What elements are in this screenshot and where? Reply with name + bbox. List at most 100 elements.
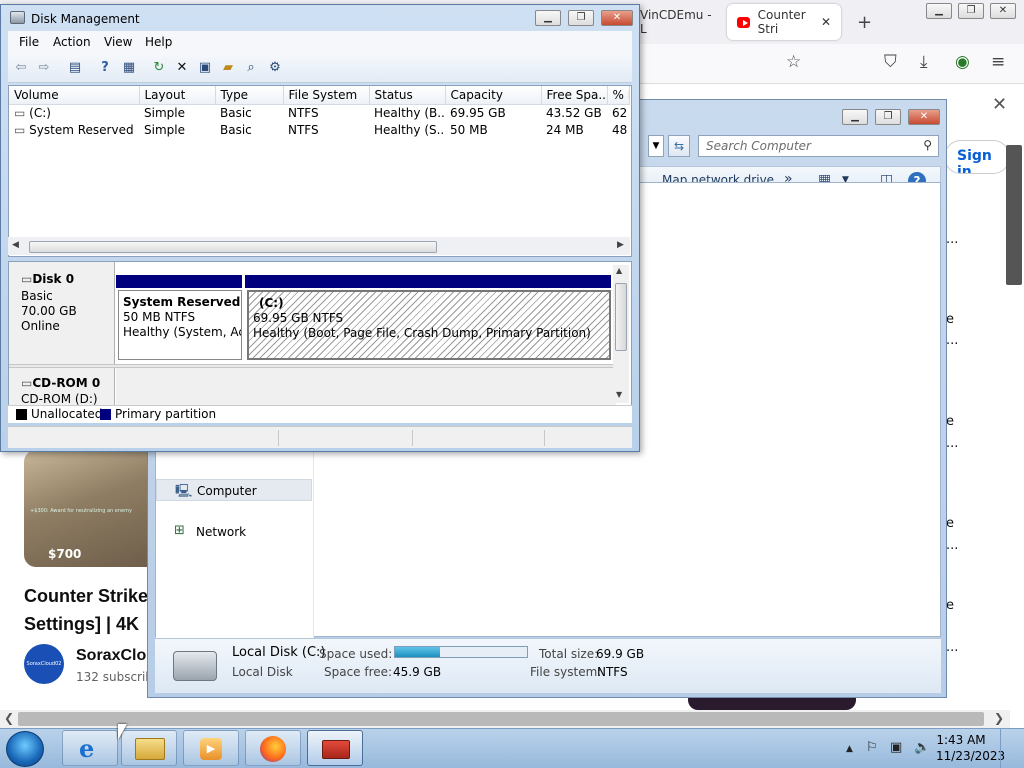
disk-title: ▭Disk 0: [21, 272, 74, 286]
browser-minimize-button[interactable]: ▁: [926, 3, 952, 19]
delete-icon[interactable]: ✕: [173, 59, 191, 77]
show-hide-pane-icon[interactable]: ▦: [120, 59, 138, 77]
list-item: e: [946, 516, 954, 531]
pct-cell: 62: [612, 105, 628, 120]
refresh-icon[interactable]: ⇆: [668, 135, 690, 157]
sign-in-button[interactable]: Sign in: [944, 140, 1010, 174]
space-used-fill: [395, 647, 440, 657]
divider: [544, 430, 545, 446]
column-header-capacity[interactable]: Capacity: [445, 86, 542, 105]
search-input[interactable]: Search Computer ⚲: [698, 135, 939, 157]
close-tab-icon[interactable]: ✕: [821, 15, 831, 29]
explorer-restore-button[interactable]: ❐: [875, 109, 901, 125]
partition-c[interactable]: (C:) 69.95 GB NTFS Healthy (Boot, Page F…: [247, 290, 611, 360]
new-tab-icon[interactable]: +: [857, 12, 872, 33]
help-icon[interactable]: ?: [96, 59, 114, 77]
scrollbar-thumb[interactable]: [615, 283, 627, 351]
legend: Unallocated Primary partition: [8, 405, 632, 423]
show-hidden-icons[interactable]: ▲: [846, 744, 853, 754]
video-title-line: Counter Strike: [24, 586, 149, 606]
back-icon[interactable]: ⇦: [12, 59, 30, 77]
layout-cell: Simple: [144, 105, 185, 120]
scroll-up-icon[interactable]: ▲: [616, 266, 622, 275]
extension-icon[interactable]: ◉: [955, 52, 970, 72]
avatar[interactable]: SoraxCloud02: [24, 644, 64, 684]
taskbar-internet-explorer[interactable]: e: [62, 730, 118, 766]
computer-icon: 🖳: [175, 484, 193, 499]
video-thumbnail[interactable]: +$300: Award for neutralizing an enemy $…: [24, 450, 148, 567]
scroll-left-icon[interactable]: ❮: [4, 711, 14, 725]
free-cell: 43.52 GB: [546, 105, 602, 120]
menu-icon[interactable]: ≡: [991, 52, 1005, 72]
network-icon[interactable]: ▣: [890, 740, 902, 755]
scroll-down-icon[interactable]: ▼: [616, 390, 622, 399]
browser-tab-wincdemu[interactable]: VinCDEmu - L: [630, 4, 726, 40]
menu-view[interactable]: View: [104, 35, 132, 49]
nav-item-computer[interactable]: 🖳 Computer: [156, 479, 312, 501]
page-scrollbar[interactable]: [1006, 145, 1022, 285]
partition-size: 69.95 GB NTFS: [253, 311, 344, 325]
menu-file[interactable]: File: [19, 35, 39, 49]
properties-icon[interactable]: ▣: [196, 59, 214, 77]
clock-date: 11/23/2023: [936, 749, 1006, 763]
volume-muted-icon[interactable]: 🔈: [914, 740, 930, 755]
column-header-file-system[interactable]: File System: [283, 86, 370, 105]
total-size-value: 69.9 GB: [596, 647, 645, 661]
column-header-type[interactable]: Type: [215, 86, 284, 105]
column-header-free-space[interactable]: Free Spa...: [541, 86, 608, 105]
channel-name[interactable]: SoraxClou: [76, 647, 156, 665]
taskbar-disk-management[interactable]: [307, 730, 363, 766]
rescan-icon[interactable]: ↻: [150, 59, 168, 77]
hard-drive-icon: [173, 651, 217, 681]
disk-0-label[interactable]: ▭Disk 0 Basic 70.00 GB Online: [9, 262, 115, 364]
minimize-button[interactable]: ▁: [535, 10, 561, 26]
list-item: ...: [946, 333, 959, 348]
start-button[interactable]: [6, 731, 44, 767]
explorer-minimize-button[interactable]: ▁: [842, 109, 868, 125]
column-header-volume[interactable]: Volume: [9, 86, 140, 105]
browser-restore-button[interactable]: ❐: [958, 3, 984, 19]
taskbar-file-explorer[interactable]: [121, 730, 177, 766]
search-icon[interactable]: ⚲: [923, 138, 932, 152]
menu-action[interactable]: Action: [53, 35, 91, 49]
column-header-layout[interactable]: Layout: [139, 86, 216, 105]
video-title[interactable]: Counter Strike Settings] | 4K: [24, 582, 154, 638]
browser-tab-counter-strike[interactable]: Counter Stri ✕: [727, 4, 841, 40]
disk-type: Basic: [21, 289, 53, 303]
taskbar-firefox[interactable]: [245, 730, 301, 766]
scrollbar-thumb[interactable]: [18, 712, 984, 726]
browser-close-button[interactable]: ✕: [990, 3, 1016, 19]
scroll-left-icon[interactable]: ◀: [12, 240, 19, 250]
action-center-flag-icon[interactable]: ⚐: [866, 740, 878, 755]
forward-icon[interactable]: ⇨: [35, 59, 53, 77]
table-row[interactable]: ▭ (C:) Simple Basic NTFS Healthy (B... 6…: [9, 104, 629, 121]
close-icon[interactable]: ✕: [992, 94, 1007, 115]
taskbar-media-player[interactable]: ▶: [183, 730, 239, 766]
clock[interactable]: 1:43 AM 11/23/2023: [936, 732, 1006, 764]
show-desktop-button[interactable]: [1000, 729, 1024, 768]
open-icon[interactable]: ▰: [219, 59, 237, 77]
explorer-close-button[interactable]: ✕: [908, 109, 940, 125]
restore-button[interactable]: ❐: [568, 10, 594, 26]
pocket-icon[interactable]: ⛉: [884, 52, 897, 72]
address-dropdown-icon[interactable]: ▼: [648, 135, 664, 157]
scroll-right-icon[interactable]: ▶: [617, 240, 624, 250]
scrollbar-thumb[interactable]: [29, 241, 437, 253]
partition-system-reserved[interactable]: System Reserved 50 MB NTFS Healthy (Syst…: [118, 290, 242, 360]
menu-help[interactable]: Help: [145, 35, 172, 49]
scroll-right-icon[interactable]: ❯: [994, 711, 1004, 725]
column-header-status[interactable]: Status: [369, 86, 446, 105]
column-header-percent-free[interactable]: % F: [607, 86, 630, 105]
bookmark-star-icon[interactable]: ☆: [786, 52, 801, 72]
close-button[interactable]: ✕: [601, 10, 633, 26]
download-icon[interactable]: ⤓: [920, 52, 928, 72]
cdrom-area: [116, 368, 616, 408]
nav-item-network[interactable]: ⊞ Network: [156, 521, 312, 543]
table-row[interactable]: ▭ System Reserved Simple Basic NTFS Heal…: [9, 121, 629, 138]
cdrom-0-label[interactable]: ▭CD-ROM 0 CD-ROM (D:): [9, 368, 115, 408]
disk-management-icon: [10, 11, 25, 24]
explore-icon[interactable]: ⌕: [242, 59, 260, 77]
nav-item-label: Computer: [197, 484, 257, 498]
settings-icon[interactable]: ⚙: [266, 59, 284, 77]
show-hide-tree-icon[interactable]: ▤: [66, 59, 84, 77]
